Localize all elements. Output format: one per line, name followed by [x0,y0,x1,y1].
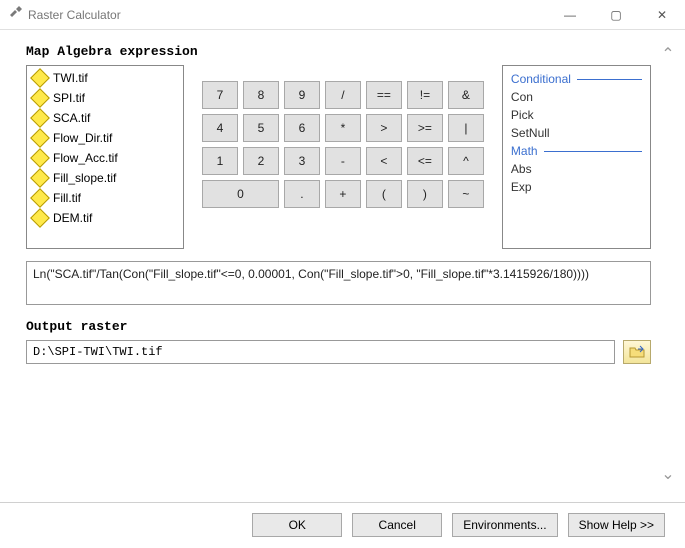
keypad-0[interactable]: 0 [202,180,279,208]
layer-name: SCA.tif [53,111,90,125]
cancel-button[interactable]: Cancel [352,513,442,537]
layer-item[interactable]: DEM.tif [27,208,183,228]
raster-icon [30,128,50,148]
keypad-*[interactable]: * [325,114,361,142]
layer-item[interactable]: SCA.tif [27,108,183,128]
content-area: ⌃ ⌄ Map Algebra expression TWI.tif SPI.ti… [0,30,685,502]
bottom-bar: OK Cancel Environments... Show Help >> [0,502,685,546]
layer-item[interactable]: TWI.tif [27,68,183,88]
keypad->[interactable]: > [366,114,402,142]
function-item[interactable]: Abs [511,160,642,178]
raster-icon [30,168,50,188]
minimize-button[interactable]: — [547,0,593,30]
keypad-!=[interactable]: != [407,81,443,109]
layer-item[interactable]: Flow_Dir.tif [27,128,183,148]
function-item[interactable]: Exp [511,178,642,196]
folder-open-icon [629,345,645,359]
raster-icon [30,148,50,168]
layer-list[interactable]: TWI.tif SPI.tif SCA.tif Flow_Dir.tif Flow_Ac… [26,65,184,249]
keypad-6[interactable]: 6 [284,114,320,142]
window-title: Raster Calculator [28,8,121,22]
keypad-9[interactable]: 9 [284,81,320,109]
output-path-input[interactable] [26,340,615,364]
function-group-header: Math [511,144,642,158]
layer-name: Flow_Acc.tif [53,151,118,165]
keypad-.[interactable]: . [284,180,320,208]
keypad-4[interactable]: 4 [202,114,238,142]
hammer-icon [8,6,22,23]
layer-name: SPI.tif [53,91,85,105]
function-item[interactable]: SetNull [511,124,642,142]
raster-icon [30,68,50,88]
function-item[interactable]: Pick [511,106,642,124]
keypad: 789/==!=& 456*>>=| 123-<<=^ 0.+()~ [202,81,484,249]
expression-box[interactable]: Ln("SCA.tif"/Tan(Con("Fill_slope.tif"<=0… [26,261,651,305]
function-group-header: Conditional [511,72,642,86]
keypad-8[interactable]: 8 [243,81,279,109]
layer-name: TWI.tif [53,71,88,85]
keypad-+[interactable]: + [325,180,361,208]
keypad-==[interactable]: == [366,81,402,109]
raster-icon [30,88,50,108]
keypad-7[interactable]: 7 [202,81,238,109]
layer-item[interactable]: Fill_slope.tif [27,168,183,188]
raster-icon [30,208,50,228]
keypad-<[interactable]: < [366,147,402,175]
keypad-2[interactable]: 2 [243,147,279,175]
browse-folder-button[interactable] [623,340,651,364]
keypad-<=[interactable]: <= [407,147,443,175]
environments-button[interactable]: Environments... [452,513,557,537]
function-item[interactable]: Con [511,88,642,106]
keypad-5[interactable]: 5 [243,114,279,142]
close-button[interactable]: ✕ [639,0,685,30]
keypad--[interactable]: - [325,147,361,175]
keypad-|[interactable]: | [448,114,484,142]
raster-icon [30,108,50,128]
layer-name: DEM.tif [53,211,92,225]
layer-item[interactable]: Fill.tif [27,188,183,208]
scroll-up-icon[interactable]: ⌃ [661,44,675,64]
keypad-^[interactable]: ^ [448,147,484,175]
layer-item[interactable]: Flow_Acc.tif [27,148,183,168]
layer-name: Flow_Dir.tif [53,131,112,145]
function-panel[interactable]: Conditional ConPickSetNull Math AbsExp [502,65,651,249]
window-controls: — ▢ ✕ [547,0,685,30]
keypad-([interactable]: ( [366,180,402,208]
keypad-)[interactable]: ) [407,180,443,208]
keypad-~[interactable]: ~ [448,180,484,208]
keypad-1[interactable]: 1 [202,147,238,175]
ok-button[interactable]: OK [252,513,342,537]
layer-name: Fill.tif [53,191,81,205]
maximize-button[interactable]: ▢ [593,0,639,30]
keypad->=[interactable]: >= [407,114,443,142]
expression-label: Map Algebra expression [26,44,651,59]
output-label: Output raster [26,319,651,334]
titlebar: Raster Calculator — ▢ ✕ [0,0,685,30]
layer-item[interactable]: SPI.tif [27,88,183,108]
keypad-3[interactable]: 3 [284,147,320,175]
keypad-/[interactable]: / [325,81,361,109]
show-help-button[interactable]: Show Help >> [568,513,665,537]
raster-icon [30,188,50,208]
keypad-&[interactable]: & [448,81,484,109]
scroll-down-icon[interactable]: ⌄ [661,464,675,484]
layer-name: Fill_slope.tif [53,171,116,185]
